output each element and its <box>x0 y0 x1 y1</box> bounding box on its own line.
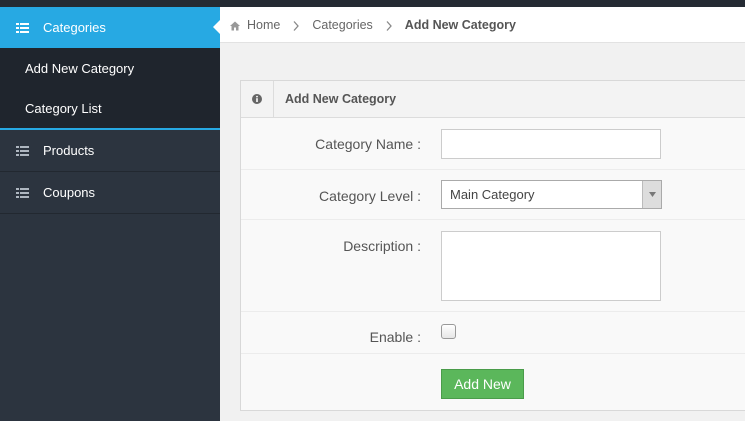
home-icon <box>230 20 240 30</box>
category-name-input[interactable] <box>441 129 661 159</box>
add-category-panel: Add New Category Category Name : Categor… <box>240 80 745 411</box>
form-row-category-level: Category Level : Main Category <box>241 170 745 220</box>
sidebar-item-label: Products <box>43 143 95 158</box>
sidebar: Categories Add New Category Category Lis… <box>0 7 220 421</box>
sidebar-item-label: Categories <box>43 20 106 35</box>
breadcrumb-home-link[interactable]: Home <box>247 18 280 32</box>
chevron-down-icon[interactable] <box>642 181 661 208</box>
form-row-description: Description : <box>241 220 745 312</box>
sidebar-item-coupons[interactable]: Coupons <box>0 172 220 214</box>
enable-label: Enable : <box>369 329 421 345</box>
form-row-actions: Add New <box>241 354 745 410</box>
breadcrumb-categories-link[interactable]: Categories <box>312 18 372 32</box>
panel-title: Add New Category <box>285 92 397 106</box>
main-content: Home Categories Add New Category Add New… <box>220 7 745 421</box>
breadcrumb: Home Categories Add New Category <box>220 7 745 43</box>
active-caret <box>213 20 220 34</box>
sidebar-item-categories[interactable]: Categories <box>0 7 220 48</box>
description-label: Description : <box>343 238 421 254</box>
list-icon <box>16 187 29 198</box>
category-level-label: Category Level : <box>319 188 421 204</box>
chevron-right-icon <box>293 20 300 31</box>
list-icon <box>16 22 29 33</box>
sidebar-item-products[interactable]: Products <box>0 130 220 172</box>
submenu-item-add-new-category[interactable]: Add New Category <box>0 48 220 88</box>
add-new-button[interactable]: Add New <box>441 369 524 399</box>
breadcrumb-current: Add New Category <box>404 17 516 32</box>
category-name-label: Category Name : <box>315 136 421 152</box>
info-icon <box>252 92 262 107</box>
form-row-category-name: Category Name : <box>241 118 745 170</box>
panel-icon-box <box>241 80 274 118</box>
category-level-selected-value: Main Category <box>450 187 535 202</box>
categories-submenu: Add New Category Category List <box>0 48 220 130</box>
category-level-select[interactable]: Main Category <box>441 180 662 209</box>
chevron-right-icon <box>386 20 392 31</box>
panel-header: Add New Category <box>241 80 745 118</box>
description-textarea[interactable] <box>441 231 661 301</box>
enable-checkbox[interactable] <box>441 324 456 339</box>
list-icon <box>16 145 29 156</box>
sidebar-item-label: Coupons <box>43 185 96 200</box>
top-bar <box>0 0 745 7</box>
form-row-enable: Enable : <box>241 312 745 354</box>
submenu-item-category-list[interactable]: Category List <box>0 88 220 128</box>
